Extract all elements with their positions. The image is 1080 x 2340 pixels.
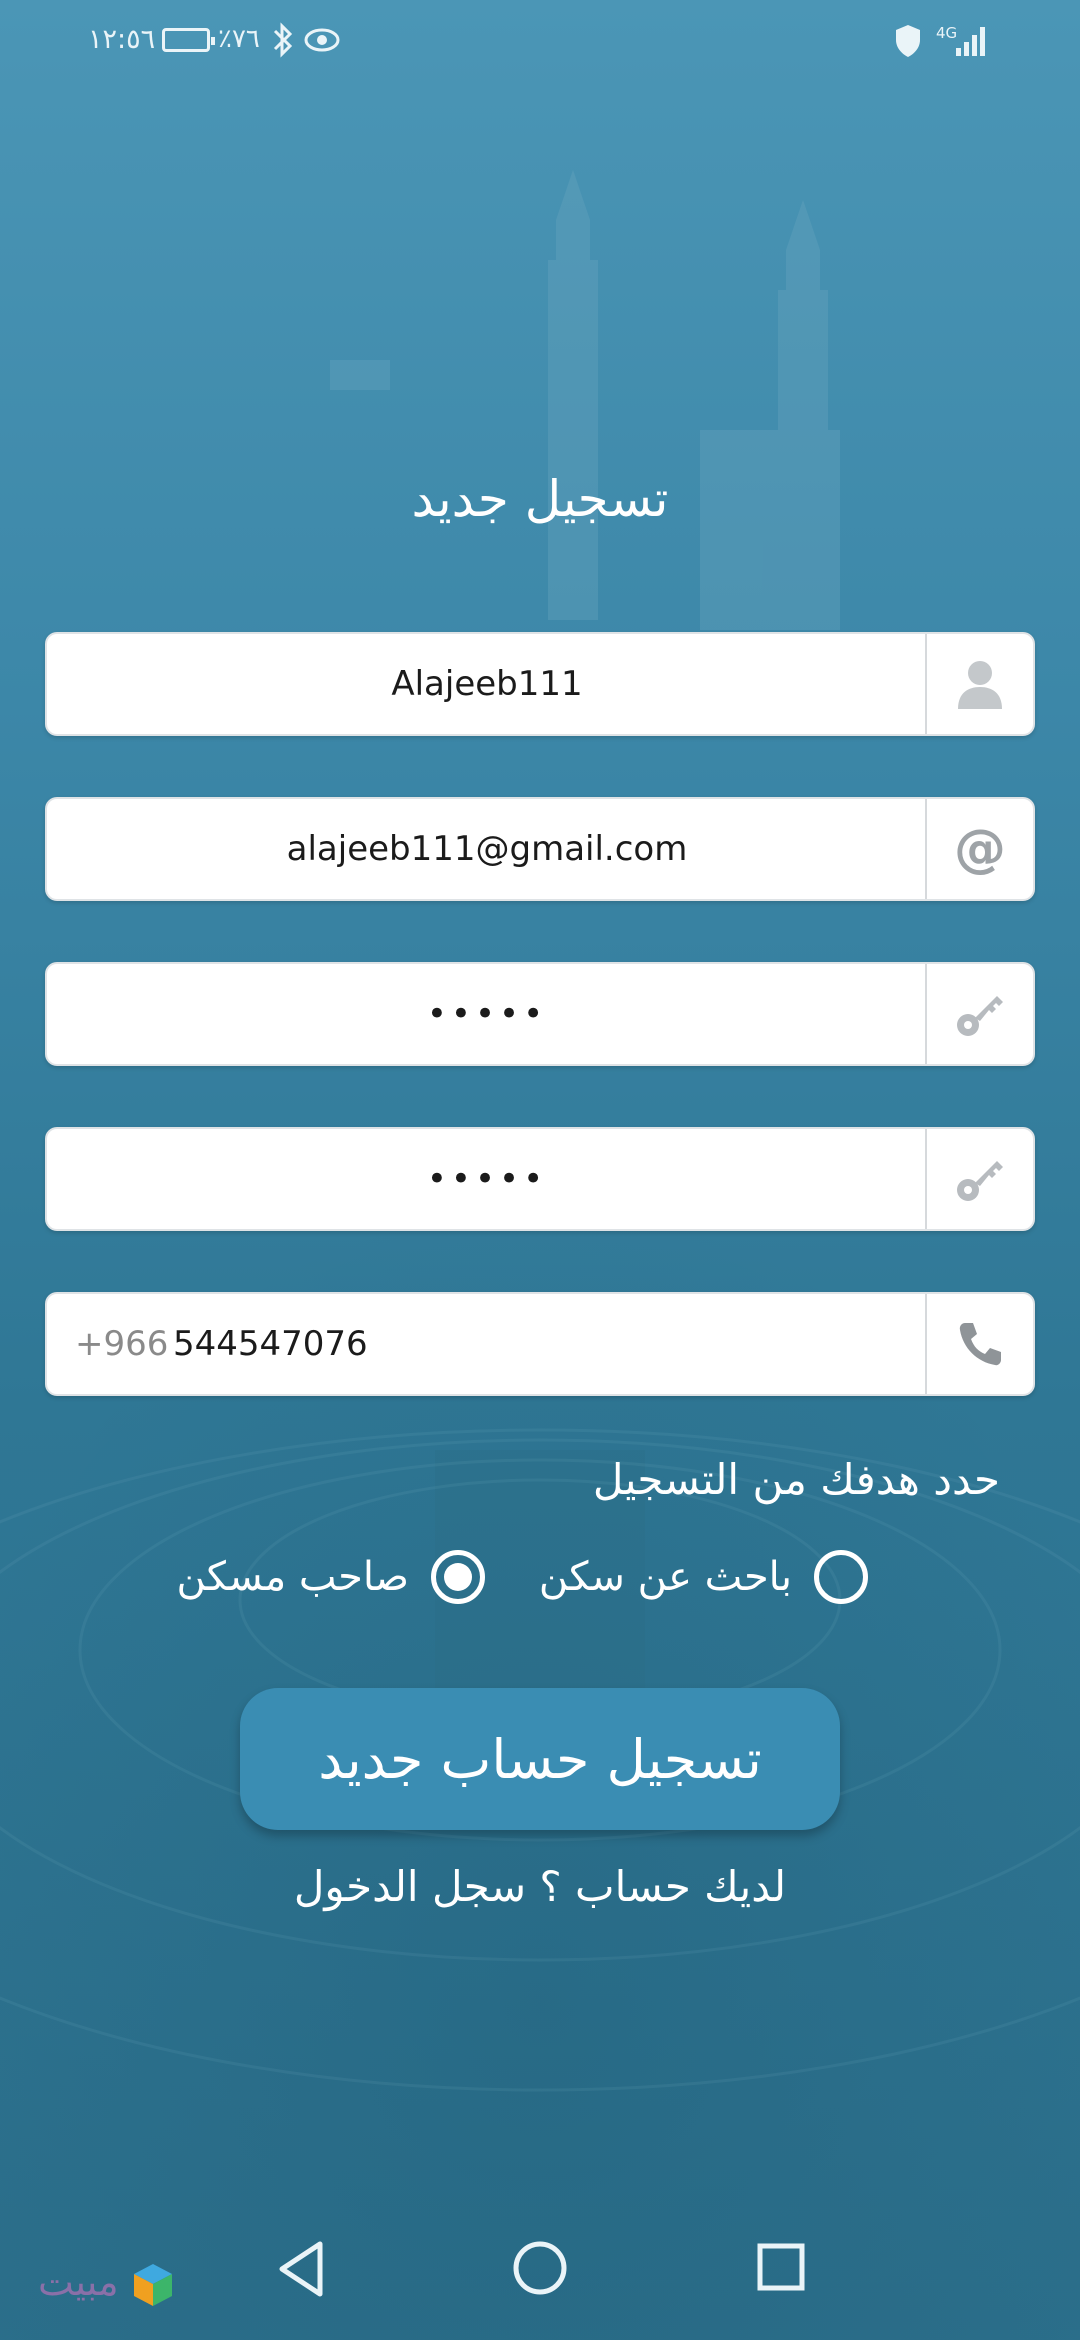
- back-nav-icon[interactable]: [276, 2240, 326, 2298]
- username-value[interactable]: Alajeeb111: [47, 634, 927, 734]
- radio-seeker[interactable]: باحث عن سكن: [539, 1550, 868, 1604]
- person-icon: [958, 661, 1002, 709]
- radio-seeker-label[interactable]: باحث عن سكن: [539, 1554, 792, 1600]
- radio-seeker-circle[interactable]: [814, 1550, 868, 1604]
- username-icon-box: [925, 634, 1033, 734]
- email-value[interactable]: alajeeb111@gmail.com: [47, 799, 927, 899]
- battery-percent: ٪٧٦: [218, 24, 260, 54]
- key-icon: [957, 1161, 1003, 1201]
- status-bar: ١٢:٥٦ ٪٧٦ 4G: [0, 0, 1080, 84]
- phone-country-code: +966: [75, 1324, 169, 1364]
- eye-icon: [304, 28, 340, 52]
- login-link[interactable]: لديك حساب ؟ سجل الدخول: [0, 1862, 1080, 1911]
- username-field[interactable]: Alajeeb111: [45, 632, 1035, 736]
- status-time: ١٢:٥٦: [88, 24, 156, 55]
- home-nav-icon[interactable]: [512, 2240, 568, 2296]
- phone-icon-box: [925, 1294, 1033, 1394]
- password-value[interactable]: •••••: [47, 964, 927, 1064]
- confirm-password-field[interactable]: •••••: [45, 1127, 1035, 1231]
- signal-icon: [956, 27, 985, 56]
- watermark-text: مبيت: [38, 2260, 119, 2304]
- navigation-bar: مبيت: [0, 2200, 1080, 2340]
- confirm-password-value[interactable]: •••••: [47, 1129, 927, 1229]
- bluetooth-icon: [273, 22, 293, 58]
- register-button[interactable]: تسجيل حساب جديد: [240, 1688, 840, 1830]
- recents-nav-icon[interactable]: [756, 2242, 806, 2292]
- at-icon: @: [954, 822, 1006, 876]
- shield-icon: [896, 25, 920, 57]
- watermark-logo-icon: [134, 2264, 172, 2306]
- key-icon: [957, 996, 1003, 1036]
- radio-owner[interactable]: صاحب مسكن: [176, 1550, 485, 1604]
- password-field[interactable]: •••••: [45, 962, 1035, 1066]
- radio-owner-circle[interactable]: [431, 1550, 485, 1604]
- page-title: تسجيل جديد: [411, 470, 669, 528]
- password-icon-box: [925, 964, 1033, 1064]
- phone-field[interactable]: +966 544547076: [45, 1292, 1035, 1396]
- email-icon-box: @: [925, 799, 1033, 899]
- goal-label: حدد هدفك من التسجيل: [592, 1455, 1000, 1504]
- svg-text:@: @: [954, 822, 1006, 876]
- phone-value[interactable]: 544547076: [173, 1294, 368, 1394]
- phone-icon: [959, 1323, 1001, 1366]
- confirm-password-icon-box: [925, 1129, 1033, 1229]
- radio-owner-label[interactable]: صاحب مسكن: [176, 1554, 409, 1600]
- battery-icon: [162, 28, 215, 52]
- email-field[interactable]: alajeeb111@gmail.com @: [45, 797, 1035, 901]
